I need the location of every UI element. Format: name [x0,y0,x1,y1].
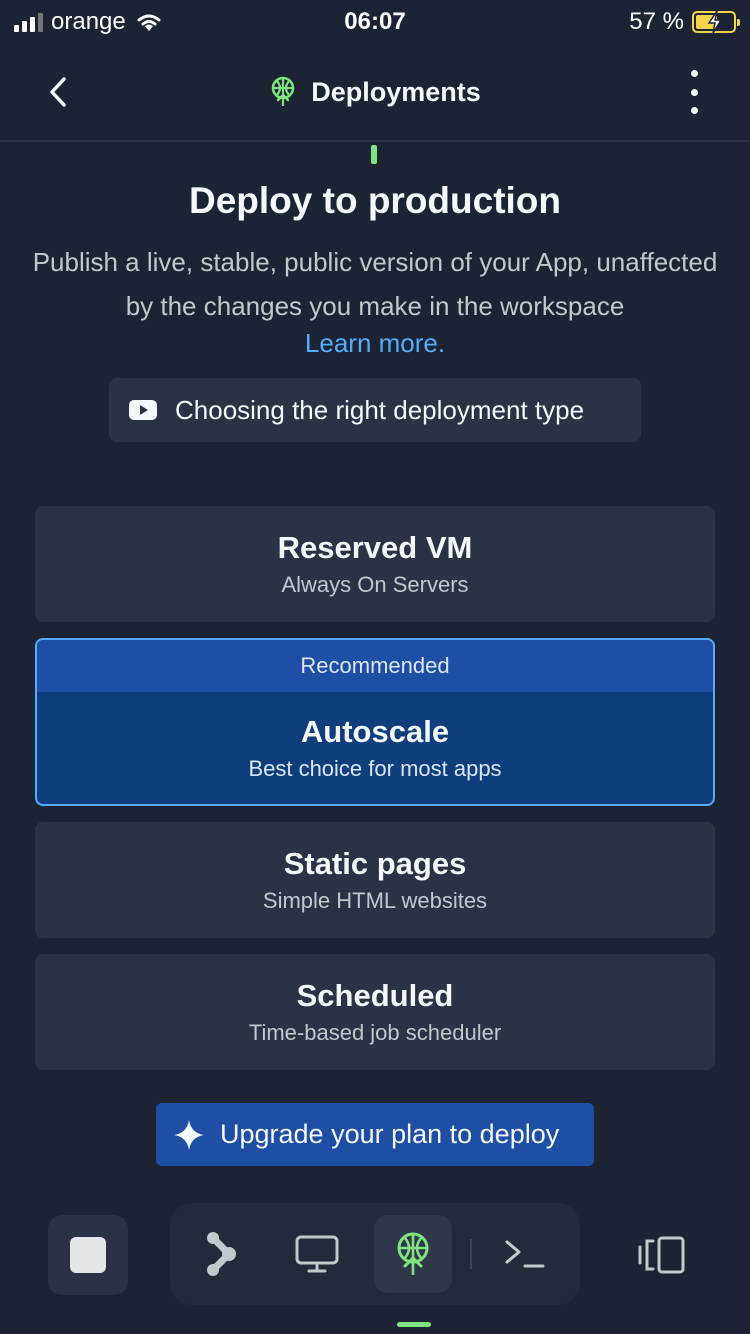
option-reserved-vm[interactable]: Reserved VM Always On Servers [35,506,715,622]
wifi-icon [137,14,161,31]
battery-icon [692,10,740,34]
hero-description: Publish a live, stable, public version o… [32,247,718,321]
agent-tool-button[interactable] [182,1215,260,1293]
cellular-signal-icon [14,12,43,32]
option-name: Scheduled [296,978,454,1013]
deployments-icon [397,1232,429,1275]
webview-tool-button[interactable] [278,1215,356,1293]
battery-percent: 57 % [629,8,684,35]
back-button[interactable] [40,72,76,112]
deployments-tool-button[interactable] [374,1215,452,1293]
option-autoscale[interactable]: Recommended Autoscale Best choice for mo… [35,638,715,806]
upgrade-plan-label: Upgrade your plan to deploy [220,1119,560,1149]
panels-icon [638,1236,685,1274]
option-description: Time-based job scheduler [248,1020,502,1045]
option-description: Always On Servers [281,572,469,597]
carrier-label: orange [51,8,126,35]
option-description: Simple HTML websites [262,888,488,913]
page-title-text: Deployments [311,76,481,107]
bottom-tool-bar [170,1203,580,1305]
home-indicator [397,1322,431,1327]
video-guide-link[interactable]: Choosing the right deployment type [109,378,641,442]
upgrade-plan-button[interactable]: Upgrade your plan to deploy [156,1103,594,1166]
chevron-left-icon [50,77,66,107]
kebab-dot [690,70,698,77]
learn-more-link[interactable]: Learn more. [0,328,750,359]
hero-title: Deploy to production [188,180,562,221]
status-right: 57 % [629,8,740,36]
status-left: orange [14,8,164,36]
progress-indicator [371,145,377,164]
tool-divider [470,1239,472,1269]
option-description: Best choice for most apps [248,756,502,781]
sparkle-icon [174,1119,204,1150]
option-scheduled[interactable]: Scheduled Time-based job scheduler [35,954,715,1070]
stop-button[interactable] [48,1215,128,1295]
app-header: Deployments [0,44,750,142]
video-guide-label: Choosing the right deployment type [175,394,585,425]
kebab-dot [690,107,698,114]
youtube-icon [129,400,157,420]
charging-bolt-icon [707,10,723,34]
agent-icon [207,1232,236,1276]
stop-icon [70,1237,106,1273]
status-bar: orange 06:07 57 % [0,0,750,44]
kebab-dot [690,88,698,96]
deploy-antenna-icon [271,76,295,106]
terminal-tool-button[interactable] [486,1215,564,1293]
option-name: Autoscale [300,714,450,749]
terminal-icon [505,1240,545,1268]
more-menu-button[interactable] [682,70,706,114]
panels-button[interactable] [622,1215,702,1295]
option-static-pages[interactable]: Static pages Simple HTML websites [35,822,715,938]
recommended-badge: Recommended [37,640,713,692]
webview-icon [295,1235,339,1273]
option-name: Static pages [283,846,467,881]
page-title: Deployments [269,76,481,108]
option-name: Reserved VM [277,530,473,565]
